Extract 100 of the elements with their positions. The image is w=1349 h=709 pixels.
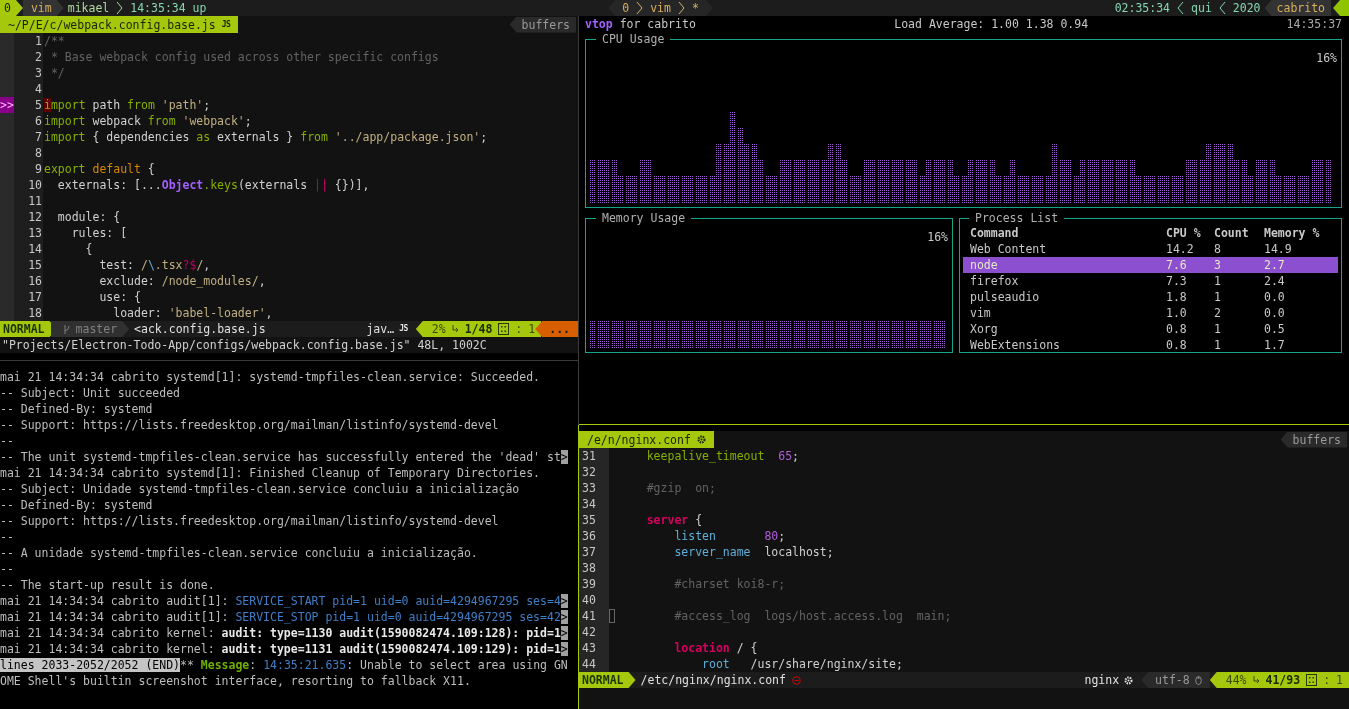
code-token: exclude: bbox=[98, 274, 156, 288]
table-cell[interactable]: 14.2 bbox=[1159, 241, 1207, 257]
line-number: 9 bbox=[14, 161, 43, 177]
table-cell[interactable]: Xorg bbox=[963, 321, 1159, 337]
file-tab[interactable]: /e/n/nginx.conf bbox=[579, 431, 714, 448]
code-token: export bbox=[44, 162, 86, 176]
line-number: 14 bbox=[14, 241, 43, 257]
file-name: /etc/nginx/nginx.conf bbox=[640, 672, 786, 688]
log-text: -- The start-up result is done. bbox=[0, 578, 215, 592]
code-token: webpack bbox=[91, 114, 142, 128]
table-cell[interactable]: 1 bbox=[1207, 273, 1257, 289]
line-number: 31 bbox=[579, 448, 609, 464]
table-cell[interactable]: 1.0 bbox=[1159, 305, 1207, 321]
log-text: mai 21 14:34:34 cabrito systemd[1]: Finished Cleanup of Temporary Directories. bbox=[0, 466, 541, 480]
code-token: 'path' bbox=[160, 98, 204, 112]
table-cell[interactable]: Web Content bbox=[963, 241, 1159, 257]
file-path: ~/P/E/c/webpack.config.base.js bbox=[8, 16, 216, 33]
line-number: 37 bbox=[579, 544, 609, 560]
line-position: 41/93 bbox=[1265, 672, 1301, 688]
line-number: 33 bbox=[579, 480, 609, 496]
table-cell[interactable]: 8 bbox=[1207, 241, 1257, 257]
code-token: keepalive_timeout bbox=[645, 449, 765, 463]
code-token: ; bbox=[244, 114, 252, 128]
table-cell[interactable]: 14.9 bbox=[1257, 241, 1338, 257]
log-text: audit: type=1131 audit(1590082474.109:129): pid=1 bbox=[221, 642, 561, 656]
branch-name: master bbox=[75, 321, 118, 337]
line-number: 16 bbox=[14, 273, 43, 289]
column-header: CPU % bbox=[1165, 225, 1202, 241]
log-text: -- A unidade systemd-tmpfiles-clean.service concluiu a inicialização. bbox=[0, 546, 478, 560]
code-token: module: { bbox=[56, 210, 121, 224]
table-cell[interactable]: pulseaudio bbox=[963, 289, 1159, 305]
log-text: -- The unit systemd-tmpfiles-clean.service has successfully entered the 'dead' st bbox=[0, 450, 561, 464]
table-cell[interactable]: 0.5 bbox=[1257, 321, 1338, 337]
gear-icon bbox=[696, 435, 706, 444]
code-comment: #access_log logs/host.access.log main; bbox=[673, 609, 952, 623]
table-cell[interactable]: 2.7 bbox=[1257, 257, 1338, 273]
log-text: mai 21 14:34:34 cabrito kernel: bbox=[0, 626, 216, 640]
line-position: 1/48 bbox=[464, 321, 493, 337]
table-cell[interactable]: 1 bbox=[1207, 289, 1257, 305]
code-token: / bbox=[140, 258, 148, 272]
sign-marker: >> bbox=[0, 97, 14, 113]
session-number[interactable]: 0 bbox=[0, 0, 23, 16]
table-cell[interactable]: 1 bbox=[1207, 321, 1257, 337]
code-token: location bbox=[673, 641, 730, 655]
table-cell[interactable]: 0.8 bbox=[1159, 321, 1207, 337]
code-token: { bbox=[84, 242, 93, 256]
table-cell[interactable]: 1 bbox=[1207, 337, 1257, 353]
column-icon bbox=[1306, 674, 1318, 686]
table-cell[interactable]: 7.6 bbox=[1159, 257, 1207, 273]
file-tab[interactable]: ~/P/E/c/webpack.config.base.js JS bbox=[0, 16, 239, 33]
buffers-label[interactable]: buffers bbox=[1280, 431, 1347, 448]
code-token: ; bbox=[778, 529, 786, 543]
table-cell[interactable]: WebExtensions bbox=[963, 337, 1159, 353]
line-number: 4 bbox=[14, 81, 43, 97]
code-token: {})], bbox=[333, 178, 370, 192]
log-text: Message bbox=[200, 658, 250, 672]
window-name[interactable]: vim bbox=[650, 0, 671, 16]
sign-column bbox=[0, 113, 14, 129]
log-text: 14:35:21.635 bbox=[263, 658, 347, 672]
line-number: 13 bbox=[14, 225, 43, 241]
window-tab[interactable]: vim bbox=[22, 0, 64, 16]
line-number: 44 bbox=[579, 656, 609, 672]
code-token: '../app/package.json' bbox=[333, 130, 481, 144]
warnings-segment: ... bbox=[535, 321, 578, 337]
host-name: cabrito bbox=[1264, 0, 1331, 16]
table-cell[interactable]: firefox bbox=[963, 273, 1159, 289]
table-cell[interactable]: 1.8 bbox=[1159, 289, 1207, 305]
log-text: ** bbox=[180, 658, 195, 672]
log-text: -- Defined-By: systemd bbox=[0, 402, 153, 416]
table-cell[interactable]: vim bbox=[963, 305, 1159, 321]
code-token: \ bbox=[147, 258, 155, 272]
column-icon bbox=[498, 323, 510, 335]
buffers-label[interactable]: buffers bbox=[509, 16, 576, 33]
table-cell[interactable]: 0.0 bbox=[1257, 289, 1338, 305]
line-number: 42 bbox=[579, 624, 609, 640]
table-cell[interactable]: 3 bbox=[1207, 257, 1257, 273]
table-cell[interactable]: 0.8 bbox=[1159, 337, 1207, 353]
table-cell[interactable]: 1.7 bbox=[1257, 337, 1338, 353]
log-text: -- Defined-By: systemd bbox=[0, 498, 153, 512]
chevron-right-icon bbox=[677, 1, 685, 15]
table-cell[interactable]: 2.4 bbox=[1257, 273, 1338, 289]
table-cell[interactable]: node bbox=[963, 257, 1159, 273]
code-token: / bbox=[196, 258, 204, 272]
log-text: SERVICE_START pid=1 uid=0 auid=4294967295 ses=4 bbox=[235, 594, 561, 608]
code-token: .keys bbox=[203, 178, 238, 192]
column-header: Count bbox=[1213, 225, 1250, 241]
code-token: ; bbox=[203, 98, 211, 112]
code-token: { bbox=[694, 513, 703, 527]
code-token: , bbox=[265, 306, 273, 320]
line-number: 6 bbox=[14, 113, 43, 129]
code-token: loader: bbox=[112, 306, 163, 320]
file-type: nginx bbox=[1084, 672, 1120, 688]
table-cell[interactable]: 0.0 bbox=[1257, 305, 1338, 321]
table-cell[interactable]: 7.3 bbox=[1159, 273, 1207, 289]
log-text: -- Subject: Unit succeeded bbox=[0, 386, 180, 400]
column-number: 1 bbox=[528, 321, 536, 337]
code-token: 'webpack' bbox=[181, 114, 245, 128]
table-cell[interactable]: 2 bbox=[1207, 305, 1257, 321]
code-token: 65 bbox=[777, 449, 793, 463]
code-token: /node_modules/ bbox=[161, 274, 259, 288]
